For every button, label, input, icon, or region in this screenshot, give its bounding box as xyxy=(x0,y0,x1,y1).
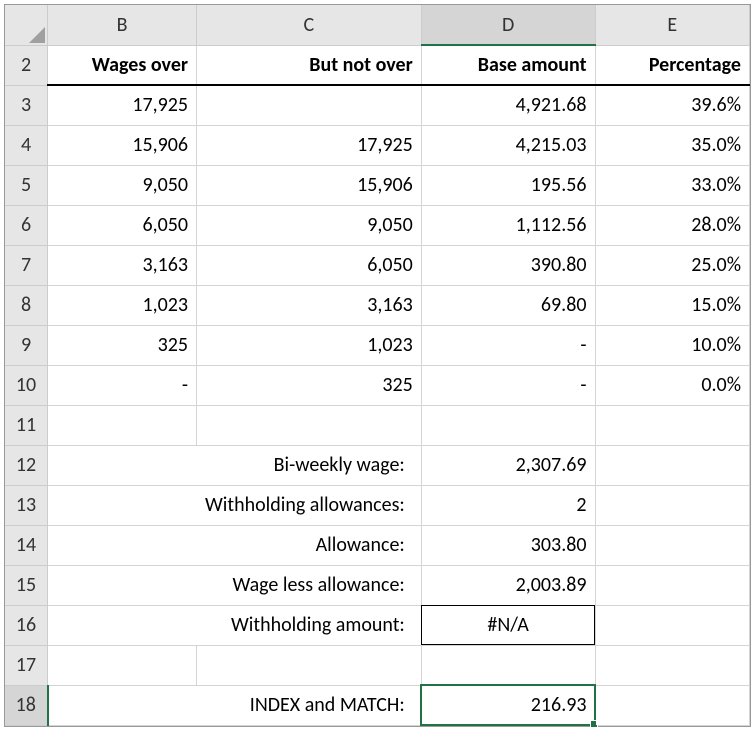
cell-B10[interactable]: - xyxy=(48,365,197,405)
row-header-4[interactable]: 4 xyxy=(5,125,48,165)
cell-E12[interactable] xyxy=(595,445,749,485)
row-header-9[interactable]: 9 xyxy=(5,325,48,365)
cell-B4[interactable]: 15,906 xyxy=(48,125,197,165)
cell-E9[interactable]: 10.0% xyxy=(595,325,749,365)
cell-E17[interactable] xyxy=(595,645,749,685)
row-header-15[interactable]: 15 xyxy=(5,565,48,605)
cell-C9[interactable]: 1,023 xyxy=(197,325,422,365)
cell-C4[interactable]: 17,925 xyxy=(197,125,422,165)
cell-B2[interactable]: Wages over xyxy=(48,45,197,85)
cell-E7[interactable]: 25.0% xyxy=(595,245,749,285)
cell-E13[interactable] xyxy=(595,485,749,525)
cell-C17[interactable] xyxy=(197,645,422,685)
row-header-10[interactable]: 10 xyxy=(5,365,48,405)
cell-E5[interactable]: 33.0% xyxy=(595,165,749,205)
cell-D17[interactable] xyxy=(421,645,595,685)
cell-E14[interactable] xyxy=(595,525,749,565)
col-header-D[interactable]: D xyxy=(421,5,595,45)
cell-C8[interactable]: 3,163 xyxy=(197,285,422,325)
cell-E6[interactable]: 28.0% xyxy=(595,205,749,245)
cell-C7[interactable]: 6,050 xyxy=(197,245,422,285)
cell-B8[interactable]: 1,023 xyxy=(48,285,197,325)
cell-D15[interactable]: 2,003.89 xyxy=(421,565,595,605)
row-header-13[interactable]: 13 xyxy=(5,485,48,525)
cell-E10[interactable]: 0.0% xyxy=(595,365,749,405)
cell-D16[interactable]: #N/A xyxy=(421,605,595,645)
cell-E11[interactable] xyxy=(595,405,749,445)
cell-B14[interactable] xyxy=(48,525,197,565)
select-all-corner[interactable] xyxy=(5,5,48,45)
cell-D3[interactable]: 4,921.68 xyxy=(421,85,595,125)
cell-C15[interactable]: Wage less allowance: xyxy=(197,565,422,605)
cell-D12[interactable]: 2,307.69 xyxy=(421,445,595,485)
cell-E15[interactable] xyxy=(595,565,749,605)
col-header-B[interactable]: B xyxy=(48,5,197,45)
row-header-12[interactable]: 12 xyxy=(5,445,48,485)
cell-B6[interactable]: 6,050 xyxy=(48,205,197,245)
cell-D2[interactable]: Base amount xyxy=(421,45,595,85)
cell-B7[interactable]: 3,163 xyxy=(48,245,197,285)
cell-B11[interactable] xyxy=(48,405,197,445)
row-header-2[interactable]: 2 xyxy=(5,45,48,85)
cell-B3[interactable]: 17,925 xyxy=(48,85,197,125)
cell-C3[interactable] xyxy=(197,85,422,125)
cell-E2[interactable]: Percentage xyxy=(595,45,749,85)
cell-D6[interactable]: 1,112.56 xyxy=(421,205,595,245)
row-header-18[interactable]: 18 xyxy=(5,685,48,725)
cell-D14[interactable]: 303.80 xyxy=(421,525,595,565)
cell-B12[interactable] xyxy=(48,445,197,485)
cell-E4[interactable]: 35.0% xyxy=(595,125,749,165)
row-header-16[interactable]: 16 xyxy=(5,605,48,645)
cell-C2[interactable]: But not over xyxy=(197,45,422,85)
cell-E8[interactable]: 15.0% xyxy=(595,285,749,325)
row-header-7[interactable]: 7 xyxy=(5,245,48,285)
row-header-3[interactable]: 3 xyxy=(5,85,48,125)
cell-D10[interactable]: - xyxy=(421,365,595,405)
col-header-C[interactable]: C xyxy=(197,5,422,45)
cell-C10[interactable]: 325 xyxy=(197,365,422,405)
cell-C12[interactable]: Bi-weekly wage: xyxy=(197,445,422,485)
row-header-8[interactable]: 8 xyxy=(5,285,48,325)
cell-E16[interactable] xyxy=(595,605,749,645)
label-wageless: Wage less allowance: xyxy=(205,573,413,597)
cell-B16[interactable] xyxy=(48,605,197,645)
row-header-5[interactable]: 5 xyxy=(5,165,48,205)
cell-D7[interactable]: 390.80 xyxy=(421,245,595,285)
cell-C13[interactable]: Withholding allowances: xyxy=(197,485,422,525)
spreadsheet-grid[interactable]: B C D E 2 Wages over But not over Base a… xyxy=(4,4,751,727)
cell-C16[interactable]: Withholding amount: xyxy=(197,605,422,645)
cell-C5[interactable]: 15,906 xyxy=(197,165,422,205)
row-header-14[interactable]: 14 xyxy=(5,525,48,565)
label-indexmatch: INDEX and MATCH: xyxy=(205,693,413,717)
col-header-E[interactable]: E xyxy=(595,5,749,45)
cell-D9[interactable]: - xyxy=(421,325,595,365)
row-header-11[interactable]: 11 xyxy=(5,405,48,445)
cell-B13[interactable] xyxy=(48,485,197,525)
label-allowances: Withholding allowances: xyxy=(205,493,413,517)
cell-E3[interactable]: 39.6% xyxy=(595,85,749,125)
cell-D5[interactable]: 195.56 xyxy=(421,165,595,205)
label-biweekly: Bi-weekly wage: xyxy=(205,453,413,477)
row-header-17[interactable]: 17 xyxy=(5,645,48,685)
label-allowance: Allowance: xyxy=(205,533,413,557)
cell-E18[interactable] xyxy=(595,685,749,725)
row-header-6[interactable]: 6 xyxy=(5,205,48,245)
cell-C6[interactable]: 9,050 xyxy=(197,205,422,245)
cell-B18[interactable] xyxy=(48,685,197,725)
cell-B17[interactable] xyxy=(48,645,197,685)
cell-B9[interactable]: 325 xyxy=(48,325,197,365)
cell-C11[interactable] xyxy=(197,405,422,445)
cell-D4[interactable]: 4,215.03 xyxy=(421,125,595,165)
cell-D13[interactable]: 2 xyxy=(421,485,595,525)
cell-D18[interactable]: 216.93 xyxy=(421,685,595,725)
cell-C14[interactable]: Allowance: xyxy=(197,525,422,565)
cell-C18[interactable]: INDEX and MATCH: xyxy=(197,685,422,725)
label-withholding: Withholding amount: xyxy=(205,613,413,637)
cell-B15[interactable] xyxy=(48,565,197,605)
cell-D11[interactable] xyxy=(421,405,595,445)
cell-D8[interactable]: 69.80 xyxy=(421,285,595,325)
cell-B5[interactable]: 9,050 xyxy=(48,165,197,205)
